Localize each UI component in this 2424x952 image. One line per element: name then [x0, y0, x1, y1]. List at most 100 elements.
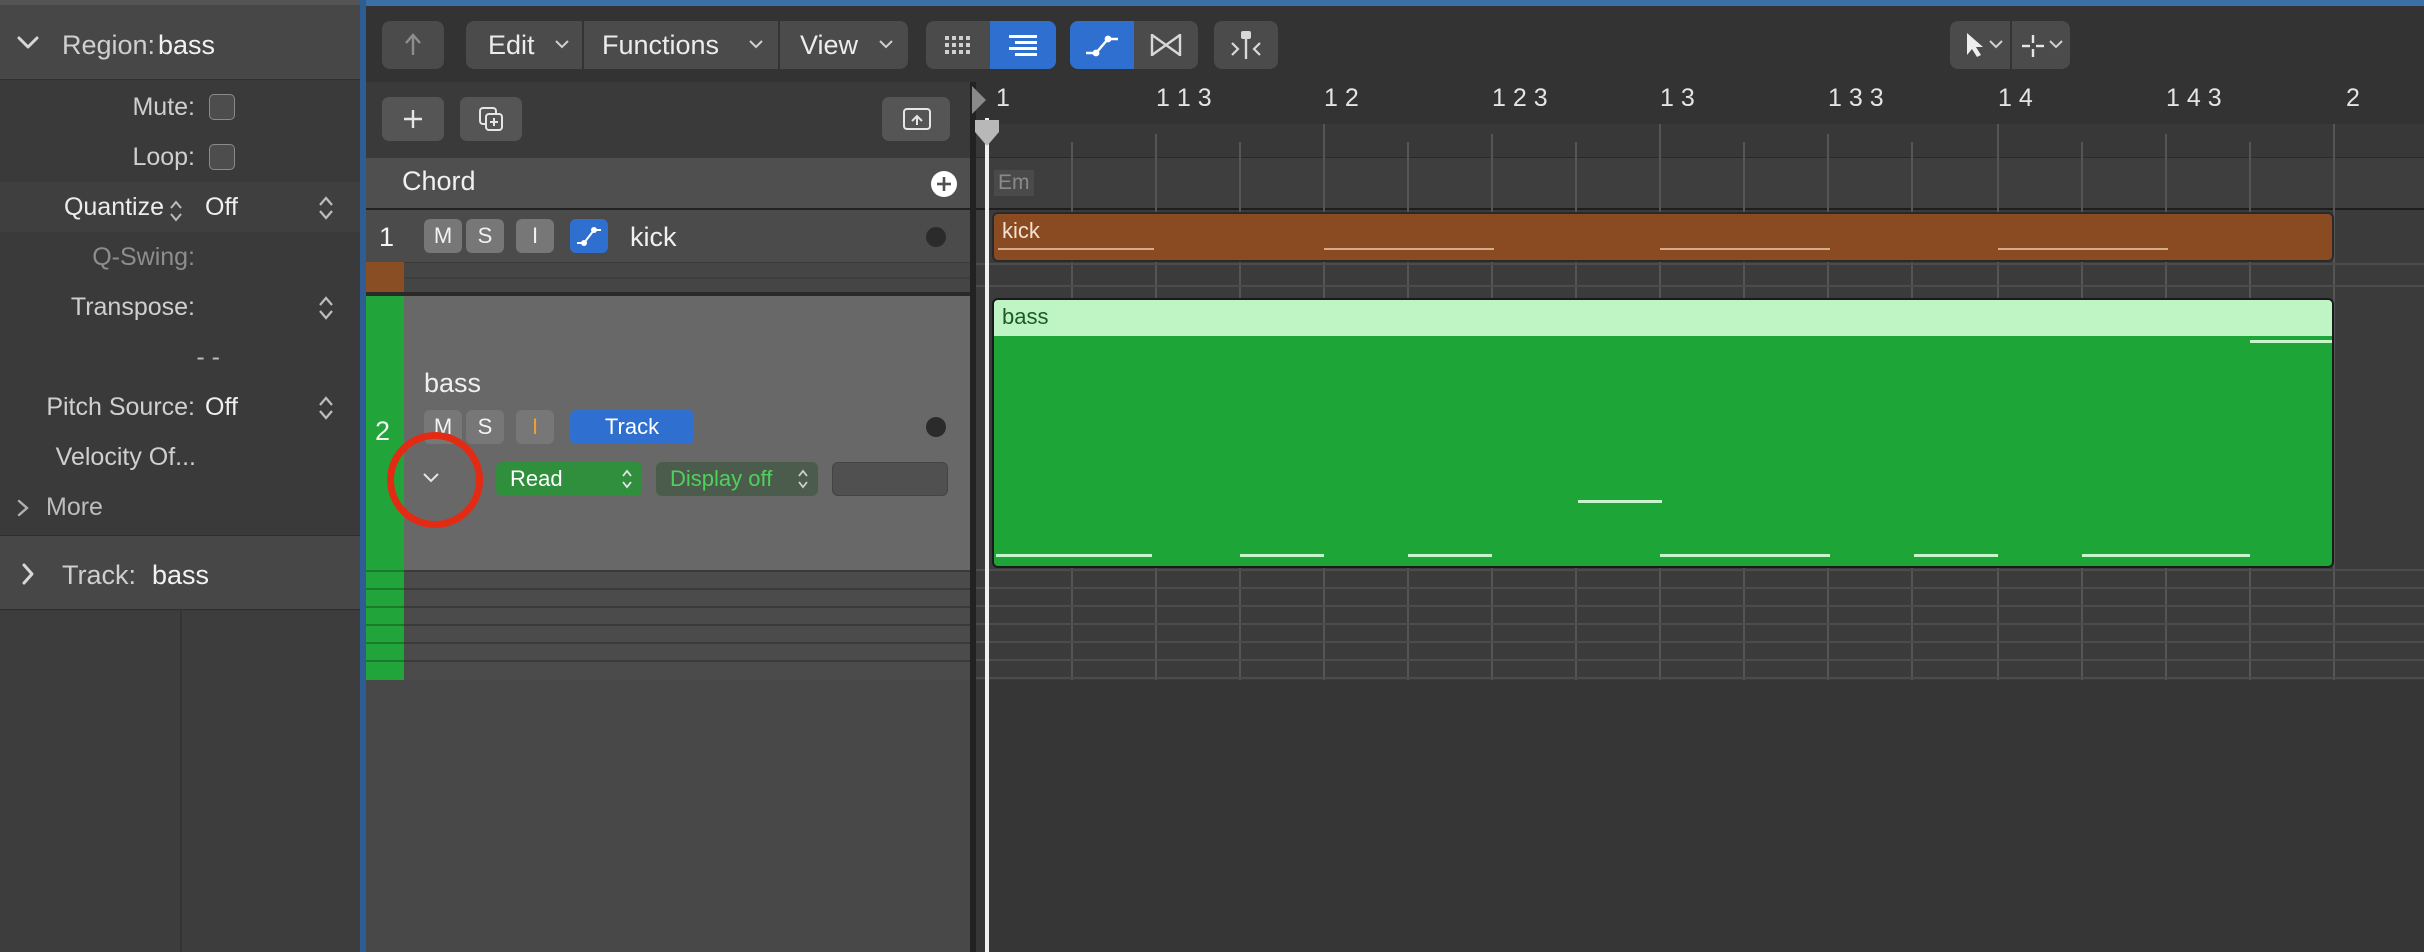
flex-icon [1150, 34, 1182, 56]
ruler-mark: 1 4 [1998, 84, 2033, 112]
pitch-source-stepper-icon[interactable] [316, 393, 336, 423]
bar-ruler[interactable]: 1 1 1 3 1 2 1 2 3 1 3 1 3 3 1 4 1 4 3 2 [972, 82, 2424, 124]
ruler-mark: 1 3 [1660, 84, 1695, 112]
pointer-tool-button[interactable] [1950, 21, 2010, 69]
ruler-mark: 1 4 3 [2166, 84, 2222, 112]
mute-checkbox[interactable] [209, 94, 235, 120]
ruler-mark: 1 2 3 [1492, 84, 1548, 112]
chevron-right-icon[interactable] [16, 498, 30, 518]
track-1-automation-button[interactable] [570, 219, 608, 253]
ruler-mark: 1 2 [1324, 84, 1359, 112]
automation-mode-value[interactable]: Read [510, 466, 563, 491]
quantize-value[interactable]: Off [205, 193, 238, 222]
region-inspector-header[interactable]: Region: bass [0, 5, 360, 80]
functions-menu[interactable]: Functions [584, 21, 778, 69]
inspector-column-divider [180, 611, 182, 952]
velocity-offset-label: Velocity Of... [55, 443, 196, 471]
track-1-solo-button[interactable]: S [466, 219, 504, 253]
more-label[interactable]: More [46, 493, 103, 522]
chevron-right-icon[interactable] [20, 562, 36, 586]
chevron-down-icon [1989, 40, 2003, 49]
track-2-input-monitor-button[interactable]: I [516, 410, 554, 444]
track-2-header[interactable]: bass M S I Track Read Display off [404, 296, 970, 570]
chevron-down-icon[interactable] [16, 33, 40, 53]
grid-view-button[interactable] [926, 21, 990, 69]
automation-button[interactable] [1070, 21, 1134, 69]
midi-note [1324, 248, 1494, 250]
duplicate-track-button[interactable] [460, 97, 522, 141]
midi-note [1660, 554, 1830, 557]
automation-mode-popup[interactable]: Read [496, 462, 642, 496]
collapse-tracks-icon [903, 108, 931, 130]
track-1-record-indicator[interactable] [926, 227, 946, 247]
inspector-row-qswing: Q-Swing: [0, 232, 360, 282]
edit-menu-label[interactable]: Edit [488, 30, 535, 61]
ruler-mark: 1 [996, 84, 1010, 112]
midi-note [2082, 554, 2250, 557]
automation-display-popup[interactable]: Display off [656, 462, 818, 496]
track-inspector-header[interactable]: Track: bass [0, 535, 360, 610]
dashes-text: - - [196, 343, 220, 371]
track-1-input-monitor-button[interactable]: I [516, 219, 554, 253]
quantize-popup-stepper-icon[interactable] [316, 193, 336, 223]
view-menu-label[interactable]: View [800, 30, 858, 61]
track-1-mute-button[interactable]: M [424, 219, 462, 253]
chord-track-header[interactable]: Chord [366, 158, 970, 210]
back-arrow-icon [405, 33, 421, 55]
midi-note [1660, 248, 1830, 250]
inspector-row-more[interactable]: More [0, 482, 360, 532]
chord-track-label: Chord [402, 166, 476, 196]
quantize-label-stepper-icon[interactable] [168, 198, 184, 224]
catch-playhead-icon [1231, 31, 1261, 59]
collapse-tracks-button[interactable] [882, 97, 950, 141]
pointer-tool-icon [1967, 33, 1983, 57]
ruler-mark: 2 [2346, 84, 2360, 112]
midi-note [1914, 554, 1998, 557]
qswing-label: Q-Swing: [92, 243, 195, 271]
inspector-row-pitch-source[interactable]: Pitch Source: Off [0, 382, 360, 432]
playhead-handle-icon[interactable] [972, 118, 1002, 148]
track-2-number: 2 [375, 416, 391, 446]
list-view-button[interactable] [990, 21, 1056, 69]
quantize-label[interactable]: Quantize [64, 193, 164, 222]
track-2-name[interactable]: bass [424, 368, 481, 399]
edit-menu[interactable]: Edit [466, 21, 582, 69]
pitch-source-value[interactable]: Off [205, 393, 238, 422]
inspector-row-dashes: - - [0, 332, 360, 382]
transpose-stepper-icon[interactable] [316, 293, 336, 323]
back-button[interactable] [382, 21, 444, 69]
track-2-record-indicator[interactable] [926, 417, 946, 437]
track-2-automation-parameter-button[interactable]: Track [570, 410, 694, 444]
inspector-row-velocity[interactable]: Velocity Of... [0, 432, 360, 482]
grid-view-icon [945, 36, 970, 54]
flex-button[interactable] [1134, 21, 1198, 69]
catch-button[interactable] [1214, 21, 1278, 69]
add-chord-icon[interactable] [930, 170, 958, 198]
midi-note [1578, 500, 1662, 503]
track-2-solo-button[interactable]: S [466, 410, 504, 444]
automation-value-field[interactable] [832, 462, 948, 496]
automation-curve-icon [577, 227, 601, 246]
midi-note [1408, 554, 1492, 557]
view-menu[interactable]: View [780, 21, 908, 69]
midi-note [996, 554, 1152, 557]
arrange-empty-area[interactable] [976, 680, 2424, 952]
automation-display-value[interactable]: Display off [670, 466, 772, 491]
track-1-header[interactable]: 1 M S I kick [366, 210, 970, 262]
chevron-down-icon [2049, 40, 2063, 49]
inspector-panel: Region: bass Mute: Loop: Quantize Off Q-… [0, 0, 360, 952]
track-1-number: 1 [379, 222, 395, 252]
region-kick[interactable]: kick [992, 212, 2334, 262]
plus-icon [404, 110, 422, 128]
region-bass[interactable]: bass [992, 298, 2334, 568]
inspector-row-mute: Mute: [0, 82, 360, 132]
functions-menu-label[interactable]: Functions [602, 30, 719, 61]
transpose-label: Transpose: [70, 293, 195, 321]
add-track-button[interactable] [382, 97, 444, 141]
inspector-row-quantize[interactable]: Quantize Off [0, 182, 360, 232]
loop-checkbox[interactable] [209, 144, 235, 170]
track-1-name[interactable]: kick [630, 222, 677, 253]
inspector-row-transpose[interactable]: Transpose: [0, 282, 360, 332]
playhead[interactable] [985, 118, 989, 952]
crosshair-tool-button[interactable] [2012, 21, 2070, 69]
